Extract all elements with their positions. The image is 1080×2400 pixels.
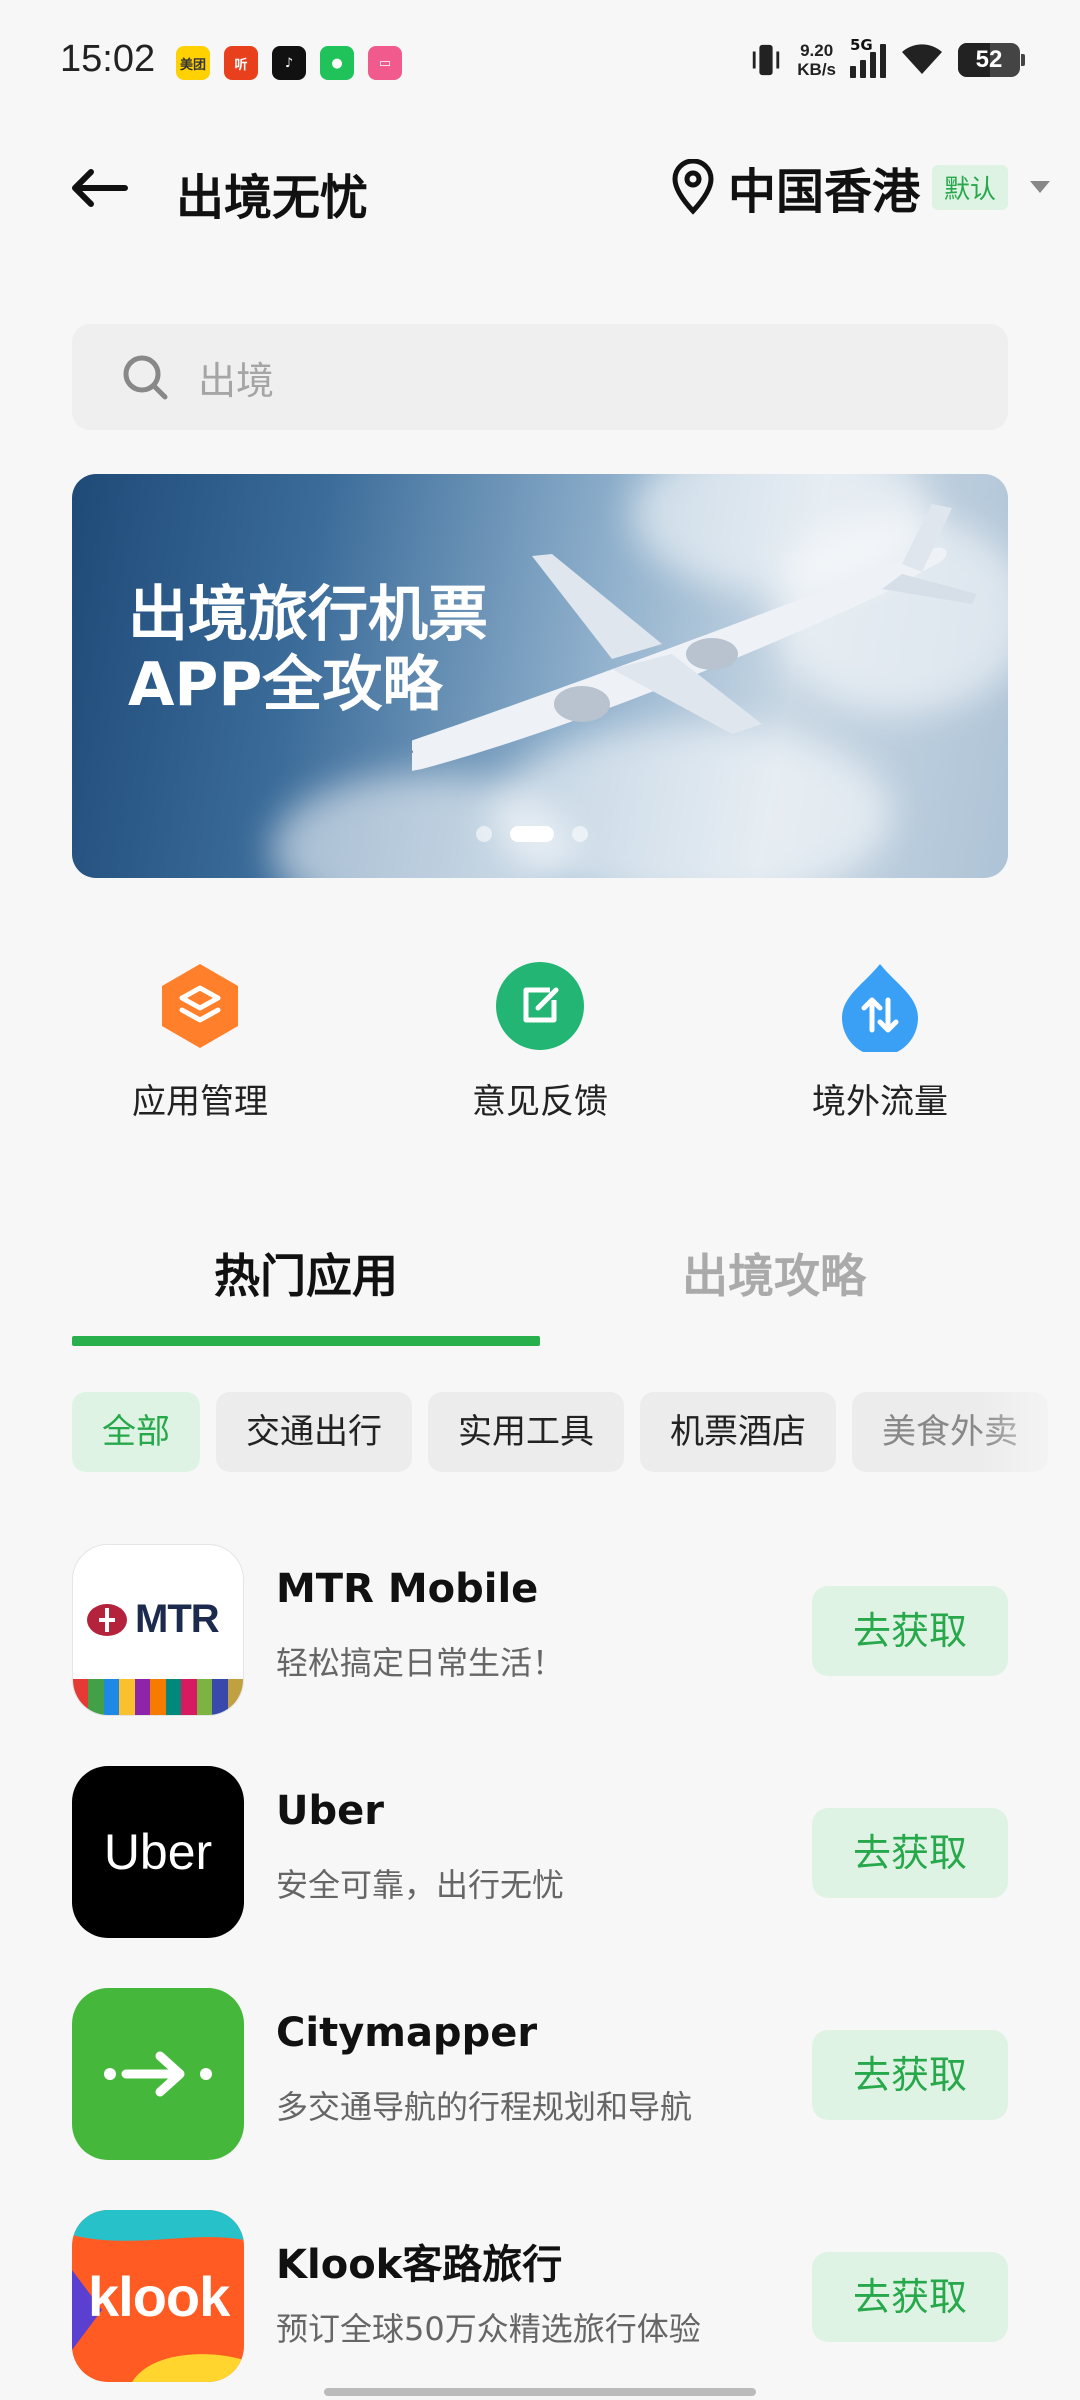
mtr-app-icon: MTR: [72, 1544, 244, 1716]
feedback-button[interactable]: 意见反馈: [430, 960, 650, 1123]
get-button[interactable]: 去获取: [812, 1808, 1008, 1898]
carousel-dot[interactable]: [510, 826, 554, 842]
list-item[interactable]: klook Klook客路旅行 预订全球50万众精选旅行体验 去获取: [72, 2210, 1008, 2400]
search-placeholder: 出境: [198, 358, 275, 403]
system-status: 9.20 KB/s 5G 52: [749, 36, 1025, 80]
carousel-indicator: [476, 826, 588, 842]
qa-label: 意见反馈: [472, 1082, 608, 1122]
mtr-logo-icon: [87, 1603, 127, 1636]
app-management-button[interactable]: 应用管理: [90, 960, 310, 1123]
cell-signal-icon: 5G: [850, 36, 886, 78]
feedback-edit-icon: [494, 960, 586, 1052]
tab-hot-apps[interactable]: 热门应用: [72, 1240, 540, 1306]
app-name: Uber: [276, 1788, 384, 1834]
promo-banner[interactable]: 出境旅行机票 APP全攻略: [72, 474, 1008, 878]
status-time: 15:02: [60, 38, 156, 80]
notification-icons: 美团听 ♪ ● ▭: [176, 46, 402, 80]
app-pink-icon: ▭: [368, 46, 402, 80]
qa-label: 应用管理: [132, 1082, 268, 1122]
home-indicator[interactable]: [324, 2388, 756, 2396]
klook-logo-text: klook: [88, 2265, 230, 2328]
app-list: MTR MTR Mobile 轻松搞定日常生活！ 去获取 Uber Uber 安…: [72, 1544, 1008, 2400]
app-name: Citymapper: [276, 2010, 538, 2056]
chip-flights-hotels[interactable]: 机票酒店: [640, 1392, 836, 1472]
battery-icon: 52: [958, 43, 1025, 77]
tab-travel-guide[interactable]: 出境攻略: [540, 1240, 1008, 1306]
carousel-dot[interactable]: [476, 826, 492, 842]
wifi-icon: [900, 40, 944, 80]
data-transfer-icon: [834, 960, 926, 1052]
klook-app-icon: klook: [72, 2210, 244, 2382]
app-name: MTR Mobile: [276, 1566, 539, 1612]
scroll-fade: [980, 1392, 1080, 1472]
default-badge: 默认: [931, 164, 1008, 210]
search-input[interactable]: 出境: [72, 324, 1008, 430]
network-speed-unit: KB/s: [797, 60, 836, 79]
tabs: 热门应用 出境攻略: [72, 1240, 1008, 1350]
chip-all[interactable]: 全部: [72, 1392, 200, 1472]
network-speed: 9.20 KB/s: [797, 41, 836, 79]
search-icon: [120, 352, 170, 402]
category-chips: 全部 交通出行 实用工具 机票酒店 美食外卖: [72, 1392, 1080, 1472]
header: 出境无忧 中国香港 默认: [0, 140, 1080, 236]
app-description: 轻松搞定日常生活！: [276, 1644, 565, 1682]
location-selector[interactable]: 中国香港 默认: [670, 152, 1050, 222]
app-description: 预订全球50万众精选旅行体验: [276, 2310, 701, 2348]
mtr-logo-text: MTR: [135, 1597, 220, 1641]
chip-transport[interactable]: 交通出行: [216, 1392, 412, 1472]
quick-actions: 应用管理 意见反馈 境外流量: [0, 960, 1080, 1140]
get-button[interactable]: 去获取: [812, 1586, 1008, 1676]
uber-app-icon: Uber: [72, 1766, 244, 1938]
arrow-right-icon: [104, 2051, 212, 2097]
network-type: 5G: [850, 36, 873, 54]
citymapper-app-icon: [72, 1988, 244, 2160]
chip-tools[interactable]: 实用工具: [428, 1392, 624, 1472]
airplane-icon: [412, 504, 977, 771]
network-speed-value: 9.20: [800, 41, 834, 60]
battery-level: 52: [975, 46, 1003, 73]
wechat-icon: ●: [320, 46, 354, 80]
get-button[interactable]: 去获取: [812, 2030, 1008, 2120]
tiktok-icon: ♪: [272, 46, 306, 80]
arrow-left-icon: [72, 169, 128, 207]
location-pin-icon: [672, 159, 714, 215]
qa-label: 境外流量: [812, 1082, 948, 1122]
page-title: 出境无忧: [176, 170, 369, 226]
list-item[interactable]: MTR MTR Mobile 轻松搞定日常生活！ 去获取: [72, 1544, 1008, 1766]
app-name: Klook客路旅行: [276, 2242, 563, 2288]
location-name: 中国香港: [727, 164, 920, 220]
ting-icon: 听: [224, 46, 258, 80]
back-button[interactable]: [64, 156, 134, 220]
layers-icon: [154, 960, 246, 1052]
vibrate-icon: [749, 40, 783, 80]
uber-logo-text: Uber: [103, 1824, 213, 1880]
carousel-dot[interactable]: [572, 826, 588, 842]
chevron-down-icon: [1030, 181, 1050, 193]
app-description: 多交通导航的行程规划和导航: [276, 2088, 693, 2126]
app-description: 安全可靠，出行无忧: [276, 1866, 565, 1904]
status-bar: 15:02 美团听 ♪ ● ▭ 9.20 KB/s 5G 52: [0, 0, 1080, 120]
tab-underline: [72, 1336, 540, 1346]
roaming-data-button[interactable]: 境外流量: [770, 960, 990, 1123]
list-item[interactable]: Citymapper 多交通导航的行程规划和导航 去获取: [72, 1988, 1008, 2210]
get-button[interactable]: 去获取: [812, 2252, 1008, 2342]
meituan-icon: 美团: [176, 46, 210, 80]
list-item[interactable]: Uber Uber 安全可靠，出行无忧 去获取: [72, 1766, 1008, 1988]
